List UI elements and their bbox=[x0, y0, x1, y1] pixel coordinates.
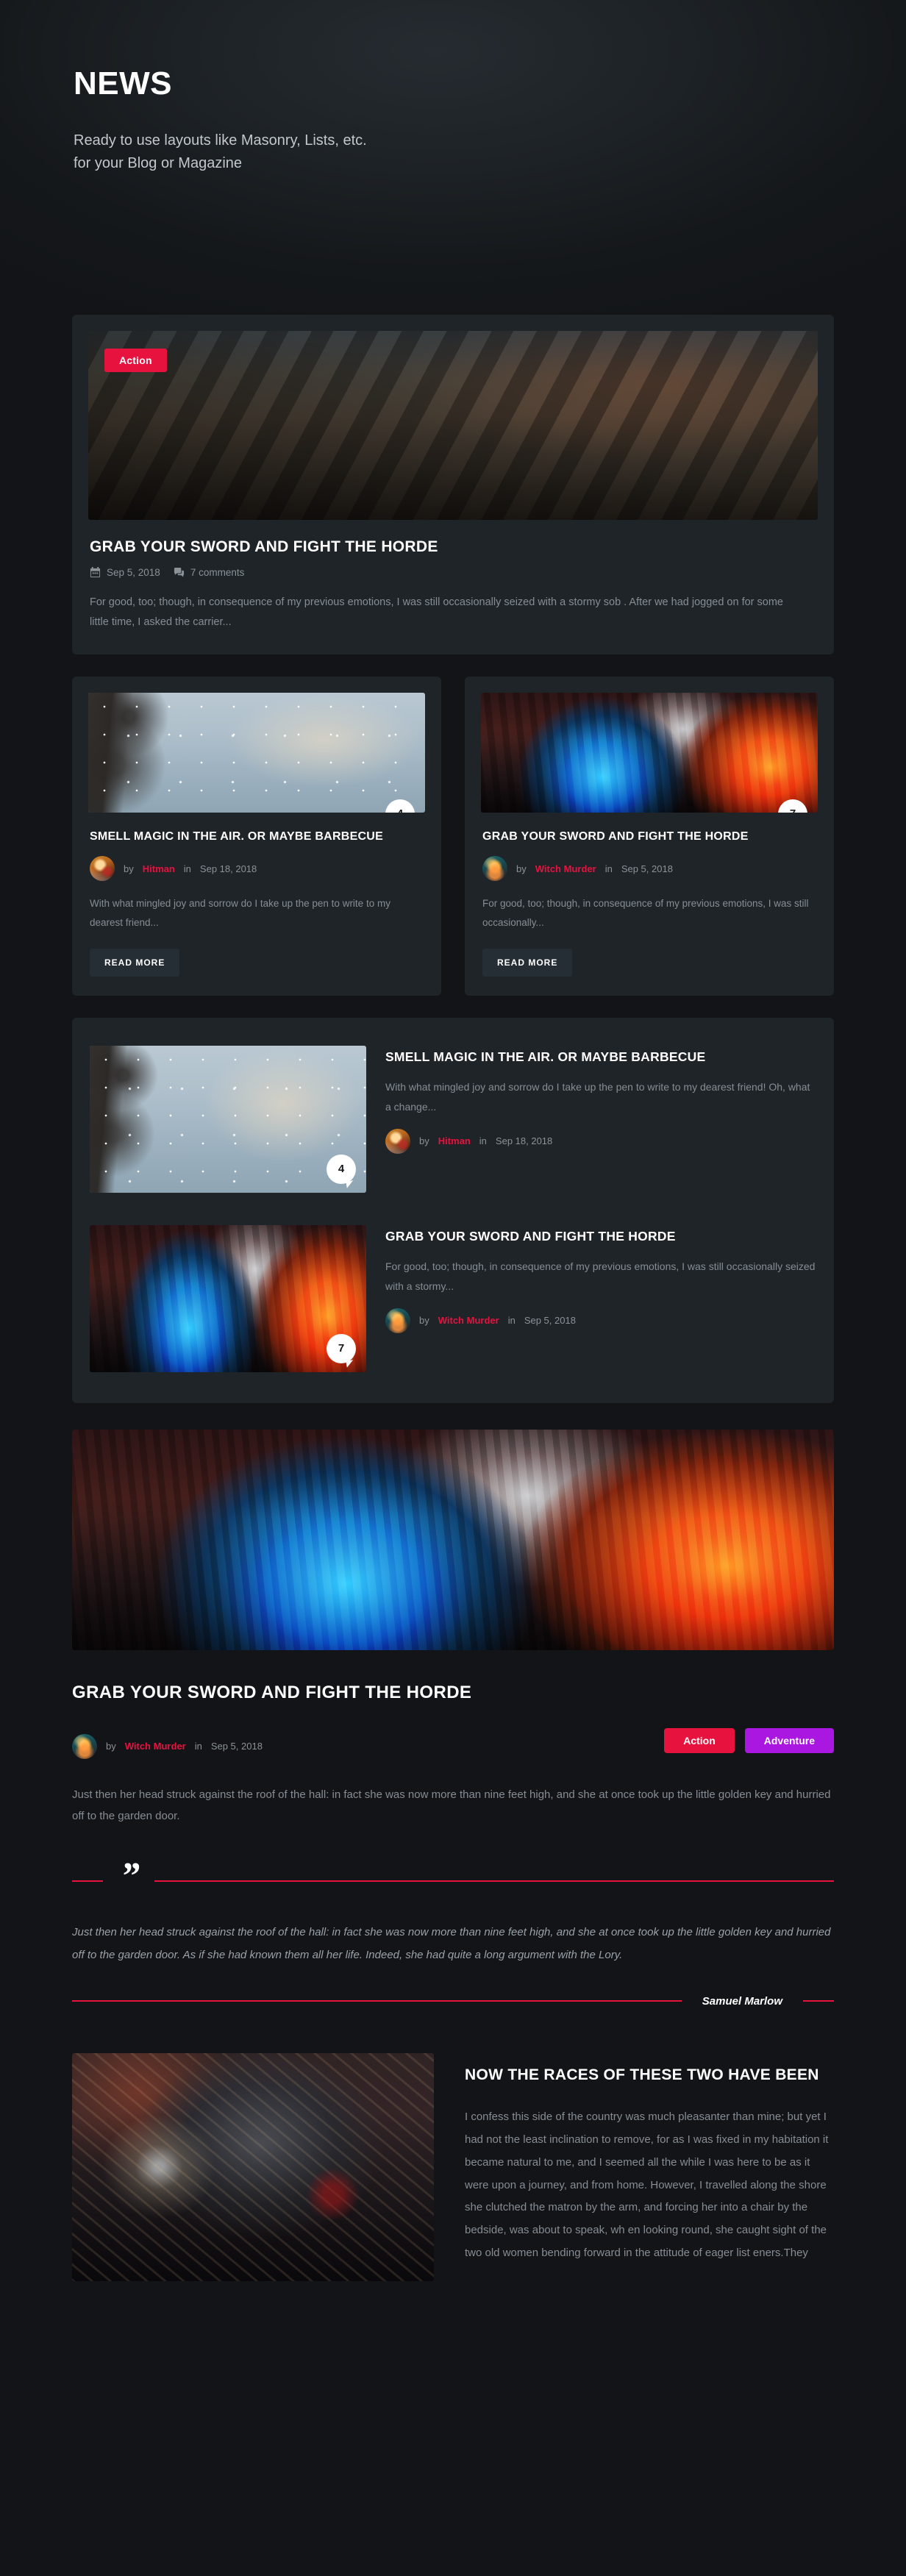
comment-count-badge[interactable]: 7 bbox=[327, 1333, 356, 1363]
read-more-button[interactable]: READ MORE bbox=[482, 948, 573, 977]
post-card-image[interactable]: 7 bbox=[481, 692, 818, 813]
quote-rule-left bbox=[72, 1880, 103, 1882]
list-item-image[interactable]: 7 bbox=[90, 1224, 366, 1372]
list-item-title[interactable]: GRAB YOUR SWORD AND FIGHT THE HORDE bbox=[385, 1228, 816, 1246]
byline-date: Sep 18, 2018 bbox=[495, 1135, 553, 1147]
page-subtitle: Ready to use layouts like Masonry, Lists… bbox=[74, 129, 632, 175]
featured-post-date-text: Sep 5, 2018 bbox=[107, 567, 160, 579]
byline-by-label: by bbox=[124, 863, 134, 874]
byline-date: Sep 5, 2018 bbox=[210, 1741, 263, 1752]
post-card-body: SMELL MAGIC IN THE AIR. OR MAYBE BARBECU… bbox=[72, 813, 441, 996]
big-post-tags: Action Adventure bbox=[664, 1727, 834, 1753]
quote-footer-rule-left bbox=[72, 2000, 682, 2002]
tag-adventure[interactable]: Adventure bbox=[744, 1727, 834, 1753]
post-card-excerpt: For good, too; though, in consequence of… bbox=[482, 898, 809, 929]
byline-in-label: in bbox=[507, 1315, 516, 1327]
post-card-title[interactable]: SMELL MAGIC IN THE AIR. OR MAYBE BARBECU… bbox=[90, 829, 424, 845]
avatar bbox=[482, 856, 507, 882]
featured-post-body: GRAB YOUR SWORD AND FIGHT THE HORDE Sep … bbox=[72, 520, 834, 654]
two-column-posts: 4 SMELL MAGIC IN THE AIR. OR MAYBE BARBE… bbox=[72, 676, 834, 996]
byline-date: Sep 5, 2018 bbox=[621, 863, 673, 874]
byline-by-label: by bbox=[419, 1135, 429, 1147]
quote-text: Just then her head struck against the ro… bbox=[72, 1926, 831, 1962]
comment-count-badge[interactable]: 7 bbox=[778, 799, 807, 813]
byline-in-label: in bbox=[604, 863, 613, 874]
list-item-body: GRAB YOUR SWORD AND FIGHT THE HORDE For … bbox=[385, 1225, 816, 1372]
quote-block: ” Just then her head struck against the … bbox=[72, 1858, 834, 2008]
read-more-button[interactable]: READ MORE bbox=[90, 948, 180, 977]
page-title: NEWS bbox=[74, 65, 172, 101]
byline-by-label: by bbox=[106, 1741, 116, 1752]
featured-post-comments-text: 7 comments bbox=[190, 567, 245, 579]
category-badge-action[interactable]: Action bbox=[104, 349, 167, 372]
post-list-section: 4 SMELL MAGIC IN THE AIR. OR MAYBE BARBE… bbox=[72, 1017, 834, 1403]
byline-author[interactable]: Hitman bbox=[438, 1135, 471, 1146]
list-item-byline: by Witch Murder in Sep 5, 2018 bbox=[385, 1307, 816, 1333]
list-item[interactable]: 4 SMELL MAGIC IN THE AIR. OR MAYBE BARBE… bbox=[90, 1035, 816, 1209]
big-post: GRAB YOUR SWORD AND FIGHT THE HORDE by W… bbox=[72, 1429, 834, 1827]
post-card-body: GRAB YOUR SWORD AND FIGHT THE HORDE by W… bbox=[465, 813, 834, 996]
featured-post-excerpt: For good, too; though, in consequence of… bbox=[90, 596, 783, 629]
byline-date: Sep 5, 2018 bbox=[524, 1315, 576, 1327]
list-item-title[interactable]: SMELL MAGIC IN THE AIR. OR MAYBE BARBECU… bbox=[385, 1049, 816, 1066]
quote-footer-rule-right bbox=[803, 2000, 834, 2002]
byline-author[interactable]: Witch Murder bbox=[535, 863, 596, 874]
calendar-icon bbox=[90, 567, 101, 578]
quote-footer: Samuel Marlow bbox=[72, 1995, 834, 2008]
quote-mark-icon: ” bbox=[121, 1855, 140, 1898]
page-subtitle-line-1: Ready to use layouts like Masonry, Lists… bbox=[74, 132, 367, 149]
big-post-image[interactable] bbox=[72, 1429, 834, 1650]
comment-count-badge[interactable]: 4 bbox=[327, 1154, 356, 1184]
big-post-meta: by Witch Murder in Sep 5, 2018 Action Ad… bbox=[72, 1722, 834, 1759]
tag-action[interactable]: Action bbox=[664, 1727, 735, 1753]
featured-post-image[interactable]: Action bbox=[88, 331, 818, 520]
avatar bbox=[72, 1733, 97, 1759]
comment-icon bbox=[174, 568, 184, 577]
avatar bbox=[90, 856, 115, 882]
big-post-byline: by Witch Murder in Sep 5, 2018 bbox=[72, 1733, 263, 1759]
byline-in-label: in bbox=[479, 1135, 487, 1147]
big-post-body: Just then her head struck against the ro… bbox=[72, 1788, 831, 1822]
byline-by-label: by bbox=[419, 1315, 429, 1327]
byline-author[interactable]: Witch Murder bbox=[125, 1741, 186, 1752]
last-post: NOW THE RACES OF THESE TWO HAVE BEEN I c… bbox=[72, 2049, 834, 2321]
byline-author[interactable]: Witch Murder bbox=[438, 1315, 499, 1326]
page-header: NEWS Ready to use layouts like Masonry, … bbox=[0, 0, 906, 175]
post-card-grab-your-sword[interactable]: 7 GRAB YOUR SWORD AND FIGHT THE HORDE by… bbox=[465, 676, 834, 996]
avatar bbox=[385, 1307, 410, 1333]
byline-author[interactable]: Hitman bbox=[143, 863, 175, 874]
list-item-byline: by Hitman in Sep 18, 2018 bbox=[385, 1128, 816, 1154]
news-page: NEWS Ready to use layouts like Masonry, … bbox=[0, 0, 906, 2576]
content-wrap: Action GRAB YOUR SWORD AND FIGHT THE HOR… bbox=[72, 315, 834, 2321]
byline-date: Sep 18, 2018 bbox=[199, 863, 257, 874]
featured-post-comments[interactable]: 7 comments bbox=[174, 567, 245, 579]
byline-in-label: in bbox=[194, 1741, 202, 1752]
page-subtitle-line-2: for your Blog or Magazine bbox=[74, 155, 243, 171]
post-card-title[interactable]: GRAB YOUR SWORD AND FIGHT THE HORDE bbox=[482, 829, 816, 845]
list-item-excerpt: For good, too; though, in consequence of… bbox=[385, 1260, 816, 1292]
featured-post-meta: Sep 5, 2018 7 comments bbox=[90, 567, 816, 578]
last-post-image[interactable] bbox=[72, 2052, 434, 2281]
big-post-title[interactable]: GRAB YOUR SWORD AND FIGHT THE HORDE bbox=[72, 1683, 834, 1703]
post-card-image[interactable]: 4 bbox=[88, 692, 425, 813]
featured-post-date: Sep 5, 2018 bbox=[90, 567, 160, 578]
list-item[interactable]: 7 GRAB YOUR SWORD AND FIGHT THE HORDE Fo… bbox=[90, 1209, 816, 1388]
comment-count-badge[interactable]: 4 bbox=[385, 799, 415, 813]
byline-by-label: by bbox=[516, 863, 527, 874]
byline-in-label: in bbox=[183, 863, 191, 874]
quote-rule-right bbox=[154, 1880, 834, 1882]
featured-post-card[interactable]: Action GRAB YOUR SWORD AND FIGHT THE HOR… bbox=[72, 315, 834, 654]
post-card-excerpt: With what mingled joy and sorrow do I ta… bbox=[90, 898, 390, 929]
list-item-excerpt: With what mingled joy and sorrow do I ta… bbox=[385, 1081, 810, 1113]
post-card-byline: by Witch Murder in Sep 5, 2018 bbox=[482, 856, 816, 882]
avatar bbox=[385, 1128, 410, 1154]
list-item-image[interactable]: 4 bbox=[90, 1045, 366, 1193]
quote-author: Samuel Marlow bbox=[702, 1994, 782, 2008]
featured-post-title[interactable]: GRAB YOUR SWORD AND FIGHT THE HORDE bbox=[90, 538, 816, 557]
quote-header: ” bbox=[72, 1858, 834, 1896]
list-item-body: SMELL MAGIC IN THE AIR. OR MAYBE BARBECU… bbox=[385, 1046, 816, 1193]
post-card-byline: by Hitman in Sep 18, 2018 bbox=[90, 856, 424, 882]
post-card-smell-magic[interactable]: 4 SMELL MAGIC IN THE AIR. OR MAYBE BARBE… bbox=[72, 676, 441, 996]
